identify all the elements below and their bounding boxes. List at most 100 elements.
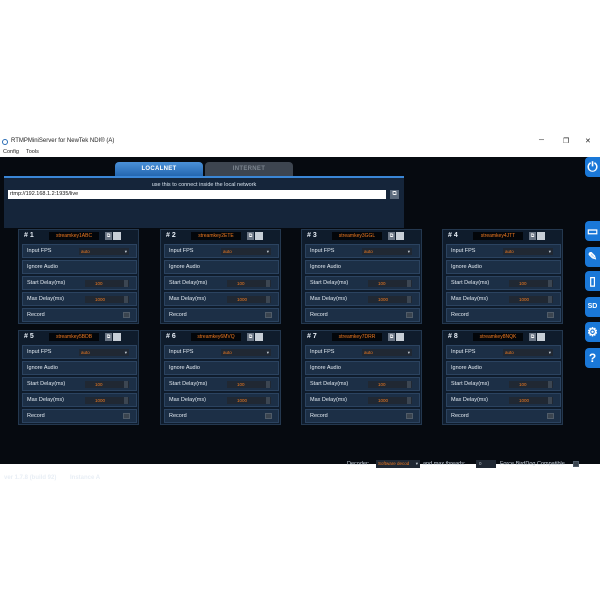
spin-arrows-icon[interactable] xyxy=(124,280,128,287)
max-delay-stepper[interactable]: 1000 xyxy=(368,296,412,303)
input-fps-select[interactable]: auto ▾ xyxy=(79,349,129,356)
decoder-select[interactable]: Software decod ▾ xyxy=(376,460,420,468)
preview-icon[interactable] xyxy=(255,333,263,341)
copy-key-icon[interactable]: ⧉ xyxy=(247,232,254,240)
record-checkbox[interactable] xyxy=(123,312,130,318)
max-delay-stepper[interactable]: 1000 xyxy=(509,296,553,303)
spin-arrows-icon[interactable] xyxy=(124,397,128,404)
record-checkbox[interactable] xyxy=(265,312,272,318)
gear-icon[interactable]: ⚙ xyxy=(585,322,600,342)
spin-arrows-icon[interactable] xyxy=(124,296,128,303)
sdk-icon[interactable]: SD xyxy=(585,297,600,317)
spin-arrows-icon[interactable] xyxy=(266,381,270,388)
input-fps-select[interactable]: auto ▾ xyxy=(79,248,129,255)
stream-key-field[interactable]: streamkey2ETE xyxy=(191,232,241,240)
start-delay-stepper[interactable]: 100 xyxy=(85,381,129,388)
start-delay-row: Start Delay(ms) 100 xyxy=(305,276,420,290)
start-delay-stepper[interactable]: 100 xyxy=(368,280,412,287)
preview-icon[interactable] xyxy=(396,232,404,240)
record-checkbox[interactable] xyxy=(265,413,272,419)
start-delay-stepper[interactable]: 100 xyxy=(227,280,271,287)
max-delay-stepper[interactable]: 1000 xyxy=(85,397,129,404)
spin-arrows-icon[interactable] xyxy=(548,397,552,404)
ignore-audio-row[interactable]: Ignore Audio xyxy=(305,260,420,274)
spin-arrows-icon[interactable] xyxy=(407,296,411,303)
preview-icon[interactable] xyxy=(396,333,404,341)
preview-icon[interactable] xyxy=(537,232,545,240)
max-delay-stepper[interactable]: 1000 xyxy=(509,397,553,404)
record-checkbox[interactable] xyxy=(406,413,413,419)
ignore-audio-row[interactable]: Ignore Audio xyxy=(22,361,137,375)
monitor-icon[interactable]: ▭ xyxy=(585,221,600,241)
stream-key-field[interactable]: streamkey6MVQ xyxy=(191,333,241,341)
spin-arrows-icon[interactable] xyxy=(548,296,552,303)
max-delay-stepper[interactable]: 1000 xyxy=(85,296,129,303)
input-fps-select[interactable]: auto ▾ xyxy=(503,349,553,356)
max-delay-stepper[interactable]: 1000 xyxy=(227,296,271,303)
start-delay-stepper[interactable]: 100 xyxy=(368,381,412,388)
input-fps-select[interactable]: auto ▾ xyxy=(362,349,412,356)
preview-icon[interactable] xyxy=(113,232,121,240)
stream-key-field[interactable]: streamkey8NQK xyxy=(473,333,523,341)
start-delay-stepper[interactable]: 100 xyxy=(227,381,271,388)
preview-icon[interactable] xyxy=(113,333,121,341)
spin-arrows-icon[interactable] xyxy=(266,397,270,404)
copy-key-icon[interactable]: ⧉ xyxy=(247,333,254,341)
spin-arrows-icon[interactable] xyxy=(124,381,128,388)
menu-tools[interactable]: Tools xyxy=(26,149,39,155)
stream-key-field[interactable]: streamkey4JTT xyxy=(473,232,523,240)
copy-key-icon[interactable]: ⧉ xyxy=(388,333,395,341)
input-fps-select[interactable]: auto ▾ xyxy=(221,248,271,255)
preview-icon[interactable] xyxy=(255,232,263,240)
birddog-checkbox[interactable] xyxy=(573,461,579,467)
spin-arrows-icon[interactable] xyxy=(266,296,270,303)
ignore-audio-row[interactable]: Ignore Audio xyxy=(164,260,279,274)
power-icon[interactable]: ⏻ xyxy=(585,157,600,177)
close-button[interactable]: ✕ xyxy=(585,137,591,145)
max-delay-stepper[interactable]: 1000 xyxy=(227,397,271,404)
threads-input[interactable]: 0 xyxy=(476,460,496,468)
copy-key-icon[interactable]: ⧉ xyxy=(388,232,395,240)
ignore-audio-row[interactable]: Ignore Audio xyxy=(22,260,137,274)
maximize-button[interactable]: ❐ xyxy=(563,137,569,145)
copy-key-icon[interactable]: ⧉ xyxy=(529,232,536,240)
spin-arrows-icon[interactable] xyxy=(266,280,270,287)
spin-arrows-icon[interactable] xyxy=(407,381,411,388)
minimize-button[interactable]: ─ xyxy=(539,137,544,144)
stream-key-field[interactable]: streamkey5BDB xyxy=(49,333,99,341)
input-fps-select[interactable]: auto ▾ xyxy=(362,248,412,255)
preview-icon[interactable] xyxy=(537,333,545,341)
record-checkbox[interactable] xyxy=(406,312,413,318)
help-icon[interactable]: ? xyxy=(585,348,600,368)
record-checkbox[interactable] xyxy=(547,312,554,318)
spin-arrows-icon[interactable] xyxy=(407,397,411,404)
tab-localnet[interactable]: LOCALNET xyxy=(115,162,203,176)
start-delay-stepper[interactable]: 100 xyxy=(509,280,553,287)
start-delay-stepper[interactable]: 100 xyxy=(85,280,129,287)
spin-arrows-icon[interactable] xyxy=(548,280,552,287)
input-fps-select[interactable]: auto ▾ xyxy=(221,349,271,356)
menu-config[interactable]: Config xyxy=(3,149,19,155)
tab-internet[interactable]: INTERNET xyxy=(205,162,293,176)
record-checkbox[interactable] xyxy=(547,413,554,419)
start-delay-stepper[interactable]: 100 xyxy=(509,381,553,388)
spin-arrows-icon[interactable] xyxy=(407,280,411,287)
record-checkbox[interactable] xyxy=(123,413,130,419)
input-fps-select[interactable]: auto ▾ xyxy=(503,248,553,255)
ignore-audio-row[interactable]: Ignore Audio xyxy=(446,361,561,375)
stream-key-field[interactable]: streamkey7DRR xyxy=(332,333,382,341)
ignore-audio-row[interactable]: Ignore Audio xyxy=(446,260,561,274)
stream-key-field[interactable]: streamkey3GGL xyxy=(332,232,382,240)
wrench-icon[interactable]: ✎ xyxy=(585,247,600,267)
copy-key-icon[interactable]: ⧉ xyxy=(105,333,112,341)
copy-key-icon[interactable]: ⧉ xyxy=(529,333,536,341)
max-delay-stepper[interactable]: 1000 xyxy=(368,397,412,404)
ignore-audio-row[interactable]: Ignore Audio xyxy=(305,361,420,375)
mobile-icon[interactable]: ▯ xyxy=(585,271,600,291)
copy-url-button[interactable]: ⧉ xyxy=(390,190,399,199)
ignore-audio-row[interactable]: Ignore Audio xyxy=(164,361,279,375)
copy-key-icon[interactable]: ⧉ xyxy=(105,232,112,240)
stream-key-field[interactable]: streamkey1ABC xyxy=(49,232,99,240)
rtmp-url-field[interactable]: rtmp://192.168.1.2:1935/live xyxy=(8,190,386,199)
spin-arrows-icon[interactable] xyxy=(548,381,552,388)
